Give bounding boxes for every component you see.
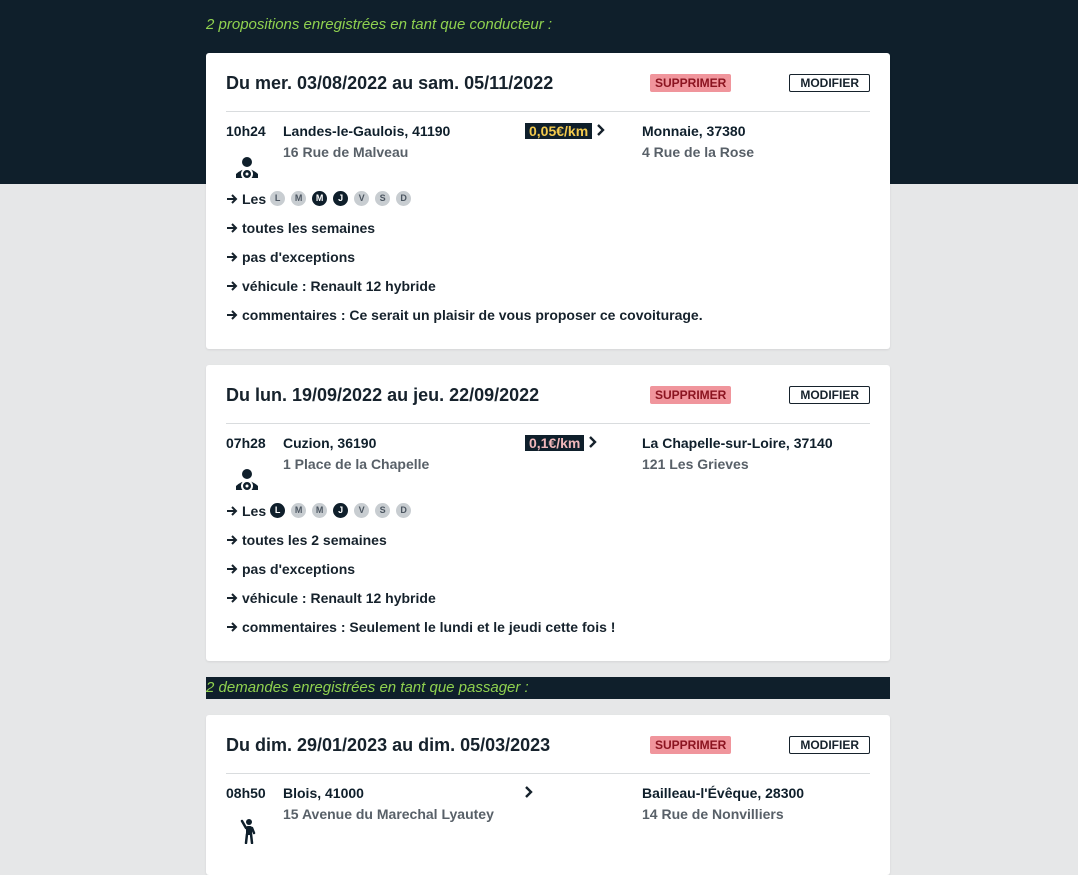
card-header: Du lun. 19/09/2022 au jeu. 22/09/2022 SU… — [226, 365, 870, 424]
day-badge: J — [333, 191, 349, 206]
edit-button[interactable]: MODIFIER — [789, 386, 870, 404]
destination-address: 4 Rue de la Rose — [642, 144, 755, 160]
card-title: Du lun. 19/09/2022 au jeu. 22/09/2022 — [226, 385, 540, 405]
arrow-right-icon — [227, 193, 238, 204]
day-badge: S — [375, 503, 391, 518]
comments-row: commentaires : Ce serait un plaisir de v… — [226, 300, 870, 329]
destination-city: La Chapelle-sur-Loire, 37140 — [642, 435, 833, 451]
arrow-right-icon — [227, 251, 238, 262]
day-badge: J — [333, 503, 349, 518]
card-header: Du mer. 03/08/2022 au sam. 05/11/2022 SU… — [226, 53, 870, 112]
exceptions-row: pas d'exceptions — [226, 242, 870, 271]
offer-card: Du mer. 03/08/2022 au sam. 05/11/2022 SU… — [206, 53, 890, 349]
days-label: Les — [242, 502, 267, 519]
origin-city: Landes-le-Gaulois, 41190 — [283, 123, 451, 139]
frequency-row: toutes les 2 semaines — [226, 525, 870, 554]
vehicle-text: véhicule : Renault 12 hybride — [242, 277, 436, 294]
arrow-right-icon — [227, 563, 238, 574]
day-badge: M — [291, 503, 307, 518]
chevron-right-icon — [589, 436, 597, 448]
days-row: Les L M M J V S D — [226, 184, 870, 213]
vehicle-row: véhicule : Renault 12 hybride — [226, 271, 870, 300]
price-badge: 0,05€/km — [525, 123, 593, 139]
days-row: Les L M M J V S D — [226, 496, 870, 525]
day-badge: D — [396, 503, 412, 518]
day-badge: V — [354, 191, 370, 206]
card-header: Du dim. 29/01/2023 au dim. 05/03/2023 SU… — [226, 715, 870, 774]
arrow-right-icon — [227, 621, 238, 632]
arrow-right-icon — [227, 592, 238, 603]
exceptions-row: pas d'exceptions — [226, 554, 870, 583]
card-title: Du mer. 03/08/2022 au sam. 05/11/2022 — [226, 73, 554, 93]
arrow-right-icon — [227, 280, 238, 291]
delete-button[interactable]: SUPPRIMER — [650, 74, 732, 92]
frequency-text: toutes les 2 semaines — [242, 531, 387, 548]
edit-button[interactable]: MODIFIER — [789, 74, 870, 92]
driver-icon — [236, 157, 258, 180]
day-badge: M — [312, 191, 328, 206]
departure-time: 08h50 — [226, 785, 266, 801]
comments-text: commentaires : Ce serait un plaisir de v… — [242, 306, 703, 323]
exceptions-text: pas d'exceptions — [242, 248, 356, 265]
vehicle-row: véhicule : Renault 12 hybride — [226, 583, 870, 612]
card-title: Du dim. 29/01/2023 au dim. 05/03/2023 — [226, 735, 551, 755]
days-label: Les — [242, 190, 267, 207]
destination-address: 121 Les Grieves — [642, 456, 749, 472]
driver-section-heading: 2 propositions enregistrées en tant que … — [206, 16, 553, 33]
arrow-right-icon — [227, 222, 238, 233]
arrow-right-icon — [227, 505, 238, 516]
day-badge: L — [270, 191, 286, 206]
day-badge: S — [375, 191, 391, 206]
exceptions-text: pas d'exceptions — [242, 560, 356, 577]
trip-details: 10h24 Landes-le-Gaulois, 41190 16 Rue de… — [226, 112, 870, 184]
destination-city: Monnaie, 37380 — [642, 123, 746, 139]
day-badge: L — [270, 503, 286, 518]
origin-address: 1 Place de la Chapelle — [283, 456, 430, 472]
destination-address: 14 Rue de Nonvilliers — [642, 806, 784, 822]
origin-city: Cuzion, 36190 — [283, 435, 377, 451]
origin-address: 16 Rue de Malveau — [283, 144, 409, 160]
trip-details: 07h28 Cuzion, 36190 1 Place de la Chapel… — [226, 424, 870, 496]
delete-button[interactable]: SUPPRIMER — [650, 386, 732, 404]
driver-icon — [236, 469, 258, 492]
day-badge: D — [396, 191, 412, 206]
chevron-right-icon — [597, 124, 605, 136]
offer-card: Du lun. 19/09/2022 au jeu. 22/09/2022 SU… — [206, 365, 890, 661]
origin-city: Blois, 41000 — [283, 785, 364, 801]
passenger-section-heading: 2 demandes enregistrées en tant que pass… — [206, 677, 890, 699]
vehicle-text: véhicule : Renault 12 hybride — [242, 589, 436, 606]
delete-button[interactable]: SUPPRIMER — [650, 736, 732, 754]
arrow-right-icon — [227, 534, 238, 545]
price-badge: 0,1€/km — [525, 435, 585, 451]
day-badge: M — [312, 503, 328, 518]
departure-time: 07h28 — [226, 435, 266, 451]
day-badge: M — [291, 191, 307, 206]
origin-address: 15 Avenue du Marechal Lyautey — [283, 806, 494, 822]
chevron-right-icon — [525, 786, 533, 798]
comments-row: commentaires : Seulement le lundi et le … — [226, 612, 870, 641]
hitchhiker-icon — [240, 819, 256, 844]
frequency-row: toutes les semaines — [226, 213, 870, 242]
departure-time: 10h24 — [226, 123, 266, 139]
edit-button[interactable]: MODIFIER — [789, 736, 870, 754]
comments-text: commentaires : Seulement le lundi et le … — [242, 618, 616, 635]
request-card: Du dim. 29/01/2023 au dim. 05/03/2023 SU… — [206, 715, 890, 875]
trip-details: 08h50 Blois, 41000 15 Avenue du Marechal… — [226, 774, 870, 846]
destination-city: Bailleau-l'Évêque, 28300 — [642, 785, 805, 801]
arrow-right-icon — [227, 309, 238, 320]
frequency-text: toutes les semaines — [242, 219, 376, 236]
day-badge: V — [354, 503, 370, 518]
